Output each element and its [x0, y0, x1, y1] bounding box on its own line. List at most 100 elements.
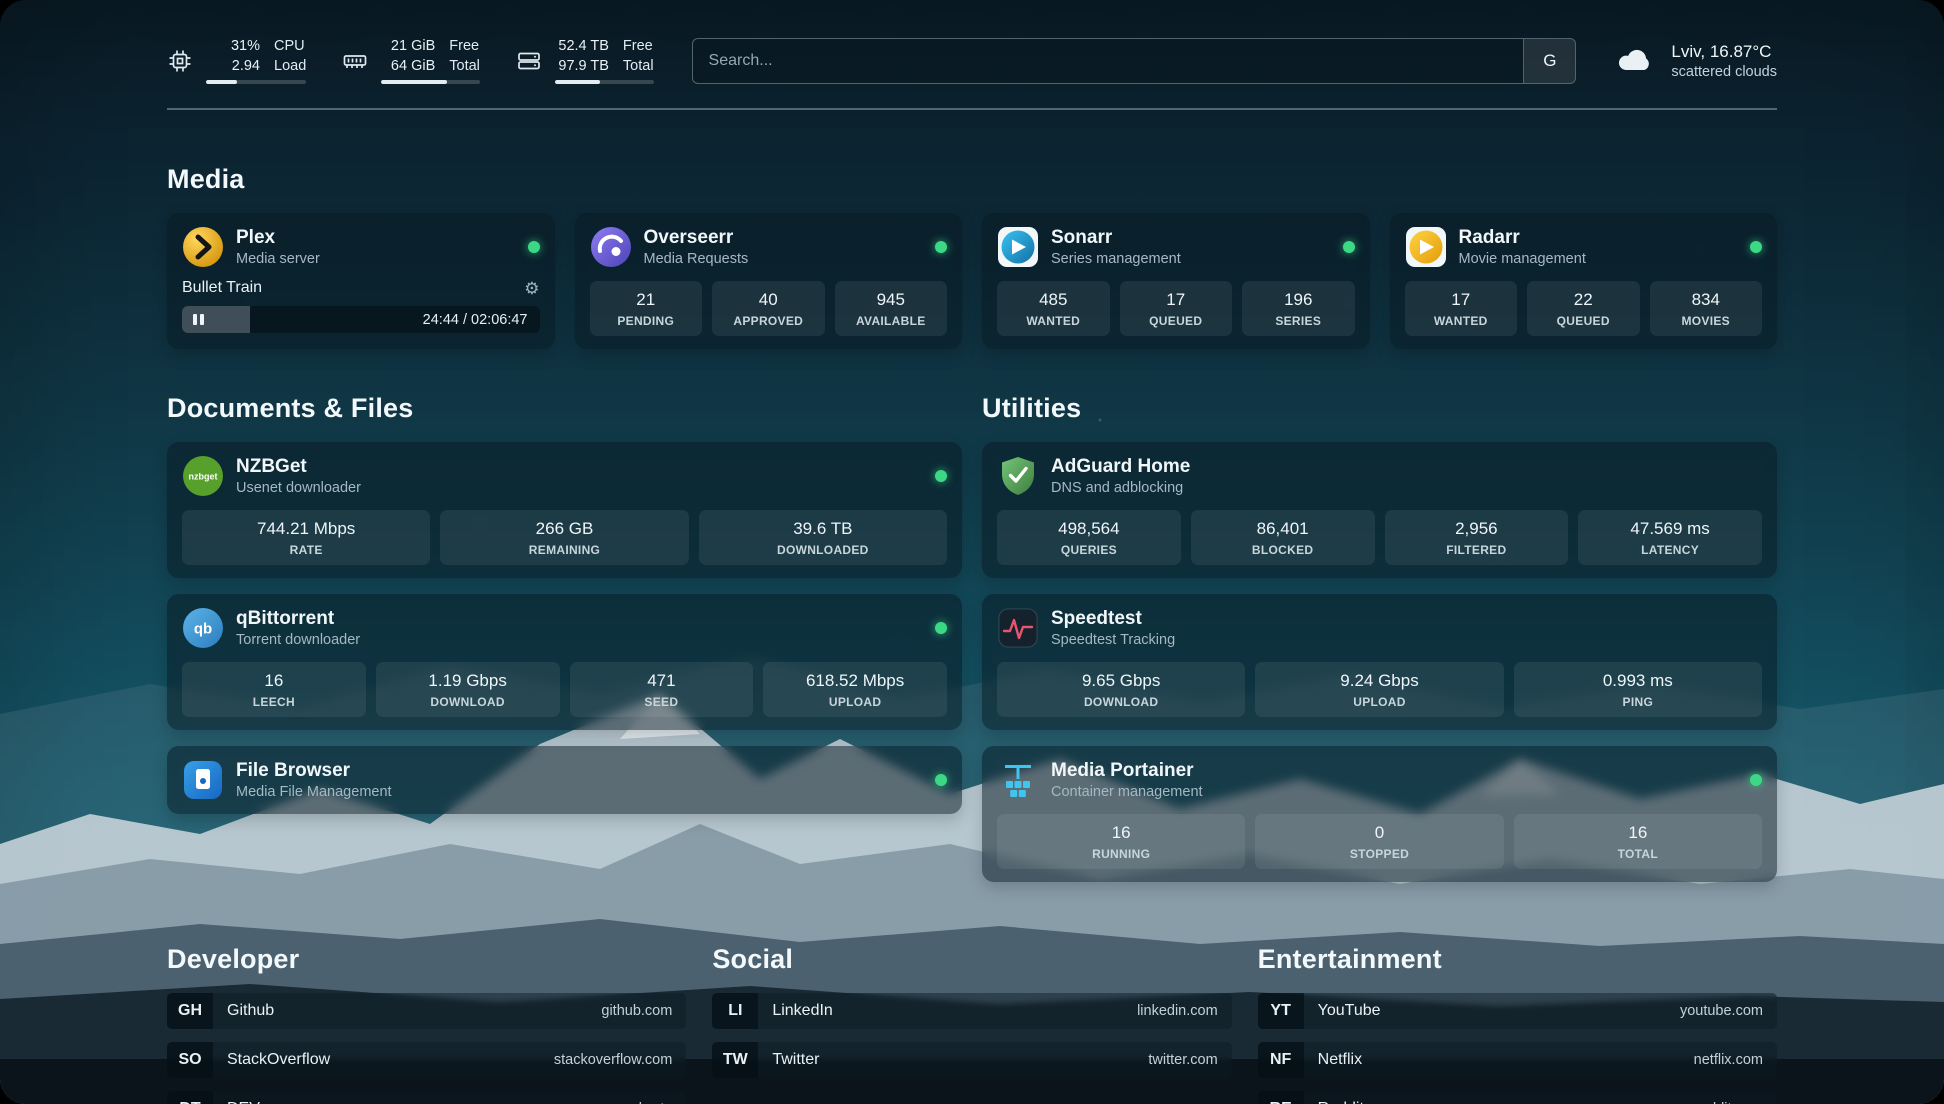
stat-tile: 22QUEUED [1527, 281, 1640, 336]
documents-section: Documents & Files nzbget [167, 393, 962, 814]
disk-progress-bar [555, 80, 654, 84]
stat-tile: 266 GBREMAINING [440, 510, 688, 565]
stat-tile: 9.24 GbpsUPLOAD [1255, 662, 1503, 717]
disk-total-value: 97.9 TB [558, 58, 609, 74]
dashboard-page: 31% 2.94 CPU Load [0, 0, 1944, 1104]
twitter-abbr-icon: TW [712, 1042, 758, 1078]
settings-gear-icon[interactable]: ⚙ [524, 280, 539, 297]
nzbget-icon-text: nzbget [189, 472, 218, 482]
stat-tile: 9.65 GbpsDOWNLOAD [997, 662, 1245, 717]
qbittorrent-desc: Torrent downloader [236, 632, 360, 648]
bookmark-youtube[interactable]: YT YouTube youtube.com [1258, 993, 1777, 1029]
ram-icon [342, 48, 368, 74]
bookmark-twitter[interactable]: TW Twitter twitter.com [712, 1042, 1231, 1078]
stat-tile: 21PENDING [590, 281, 703, 336]
stat-tile: 945AVAILABLE [835, 281, 948, 336]
nzbget-card[interactable]: nzbget NZBGet Usenet downloader 74 [167, 442, 962, 578]
plex-icon [182, 226, 224, 268]
bookmark-dev[interactable]: DT DEV dev.to [167, 1091, 686, 1104]
stat-tile: 0STOPPED [1255, 814, 1503, 869]
adguard-desc: DNS and adblocking [1051, 480, 1190, 496]
social-group: Social LI LinkedIn linkedin.com TW Twitt… [712, 944, 1231, 1104]
stat-tile: 16TOTAL [1514, 814, 1762, 869]
cpu-load-value: 2.94 [232, 58, 260, 74]
media-section: Media [167, 164, 1777, 349]
status-dot [1750, 241, 1762, 253]
nzbget-name: NZBGet [236, 456, 361, 479]
cloud-icon [1614, 43, 1658, 80]
entertainment-group-title: Entertainment [1258, 944, 1777, 975]
developer-group-title: Developer [167, 944, 686, 975]
entertainment-group: Entertainment YT YouTube youtube.com NF … [1258, 944, 1777, 1104]
bookmark-reddit[interactable]: RE Reddit reddit.com [1258, 1091, 1777, 1104]
portainer-name: Media Portainer [1051, 760, 1203, 783]
cpu-progress-fill [206, 80, 237, 84]
stat-tile: 47.569 msLATENCY [1578, 510, 1762, 565]
sonarr-icon [997, 226, 1039, 268]
github-abbr-icon: GH [167, 993, 213, 1029]
adguard-name: AdGuard Home [1051, 456, 1190, 479]
bookmark-netflix[interactable]: NF Netflix netflix.com [1258, 1042, 1777, 1078]
stat-tile: 16RUNNING [997, 814, 1245, 869]
weather-widget[interactable]: Lviv, 16.87°C scattered clouds [1614, 42, 1777, 80]
stat-tile: 2,956FILTERED [1385, 510, 1569, 565]
plex-desc: Media server [236, 251, 320, 267]
playback-progress-bar[interactable]: 24:44 / 02:06:47 [182, 306, 540, 333]
stat-tile: 1.19 GbpsDOWNLOAD [376, 662, 560, 717]
stat-tile: 0.993 msPING [1514, 662, 1762, 717]
bookmark-linkedin[interactable]: LI LinkedIn linkedin.com [712, 993, 1231, 1029]
adguard-icon [997, 455, 1039, 497]
qbittorrent-card[interactable]: qb qBittorrent Torrent downloader [167, 594, 962, 730]
qbittorrent-icon: qb [182, 607, 224, 649]
portainer-card[interactable]: Media Portainer Container management 16R… [982, 746, 1777, 882]
sonarr-card[interactable]: Sonarr Series management 485WANTED 17QUE… [982, 213, 1370, 349]
ram-total-label: Total [449, 58, 480, 74]
overseerr-icon [590, 226, 632, 268]
radarr-card[interactable]: Radarr Movie management 17WANTED 22QUEUE… [1390, 213, 1778, 349]
utilities-section: Utilities [982, 393, 1777, 882]
status-dot [935, 774, 947, 786]
search-input[interactable] [693, 39, 1524, 83]
disk-stat: 52.4 TB 97.9 TB Free Total [516, 38, 654, 83]
portainer-icon [997, 759, 1039, 801]
qbittorrent-name: qBittorrent [236, 608, 360, 631]
status-dot [935, 622, 947, 634]
bookmark-github[interactable]: GH Github github.com [167, 993, 686, 1029]
status-dot [935, 470, 947, 482]
cpu-progress-bar [206, 80, 306, 84]
stat-tile: 471SEED [570, 662, 754, 717]
cpu-label: CPU [274, 38, 306, 54]
overseerr-name: Overseerr [644, 227, 749, 250]
media-section-title: Media [167, 164, 1777, 195]
overseerr-card[interactable]: Overseerr Media Requests 21PENDING 40APP… [575, 213, 963, 349]
disk-free-value: 52.4 TB [558, 38, 609, 54]
filebrowser-card[interactable]: File Browser Media File Management [167, 746, 962, 814]
stat-tile: 17QUEUED [1120, 281, 1233, 336]
search-provider-button[interactable]: G [1523, 39, 1575, 83]
youtube-abbr-icon: YT [1258, 993, 1304, 1029]
developer-group: Developer GH Github github.com SO StackO… [167, 944, 686, 1104]
nzbget-desc: Usenet downloader [236, 480, 361, 496]
ram-free-value: 21 GiB [391, 38, 435, 54]
speedtest-card[interactable]: Speedtest Speedtest Tracking 9.65 GbpsDO… [982, 594, 1777, 730]
ram-stat: 21 GiB 64 GiB Free Total [342, 38, 480, 83]
stat-tile: 744.21 MbpsRATE [182, 510, 430, 565]
stat-tile: 618.52 MbpsUPLOAD [763, 662, 947, 717]
linkedin-abbr-icon: LI [712, 993, 758, 1029]
bookmark-stackoverflow[interactable]: SO StackOverflow stackoverflow.com [167, 1042, 686, 1078]
adguard-card[interactable]: AdGuard Home DNS and adblocking 498,564Q… [982, 442, 1777, 578]
ram-progress-fill [381, 80, 447, 84]
pause-button[interactable] [182, 314, 215, 325]
ram-progress-bar [381, 80, 480, 84]
filebrowser-desc: Media File Management [236, 784, 392, 800]
system-stats: 31% 2.94 CPU Load [167, 38, 654, 83]
filebrowser-icon [182, 759, 224, 801]
cpu-stat: 31% 2.94 CPU Load [167, 38, 306, 83]
stat-tile: 39.6 TBDOWNLOADED [699, 510, 947, 565]
netflix-abbr-icon: NF [1258, 1042, 1304, 1078]
speedtest-icon [997, 607, 1039, 649]
sonarr-name: Sonarr [1051, 227, 1181, 250]
plex-card[interactable]: Plex Media server Bullet Train ⚙ 24:44 /… [167, 213, 555, 349]
stat-tile: 17WANTED [1405, 281, 1518, 336]
weather-location: Lviv, 16.87°C [1671, 42, 1777, 62]
